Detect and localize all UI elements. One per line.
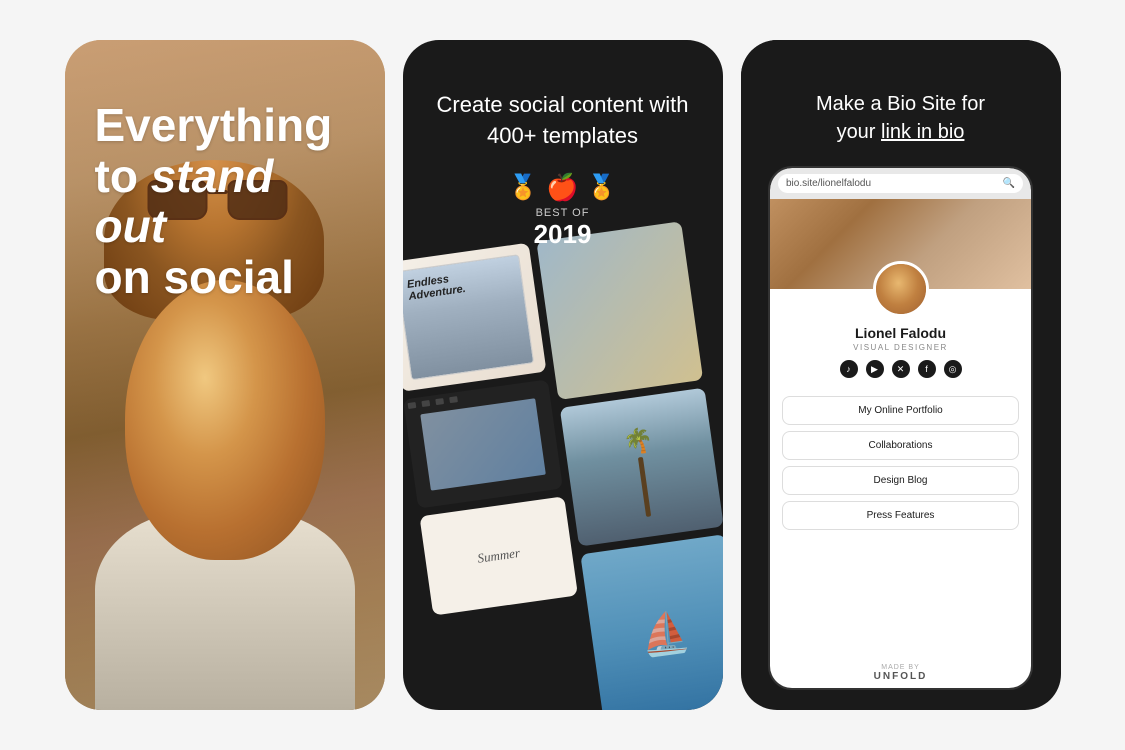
link-in-bio-text: link in bio [881,121,964,143]
apple-logo-icon: 🍎 [546,172,578,203]
bio-link-design-blog[interactable]: Design Blog [782,466,1019,495]
award-year: 2019 [534,219,592,250]
palm-tree: 🌴 [621,425,663,518]
sailboat-icon: ⛵ [637,607,693,660]
hole-4 [449,396,458,403]
screenshot-panel-1: Everything to stand out on social [65,40,385,710]
search-icon: 🔍 [1003,178,1015,189]
template-collage: EndlessAdventure. [403,210,723,710]
social-icon-youtube: ▶ [866,360,884,378]
heading-line1: Everything [95,100,355,151]
bio-made-by-label: MADE BY [874,664,928,671]
template-card-filmstrip [403,379,563,508]
award-icon: 🏅 🍎 🏅 [508,172,616,203]
social-icon-facebook: f [918,360,936,378]
url-bar: bio.site/lionelfalodu 🔍 [778,174,1023,193]
panel3-title-line2: your link in bio [771,118,1031,146]
panel1-heading: Everything to stand out on social [95,100,355,302]
screenshot-panel-2: Create social content with 400+ template… [403,40,723,710]
bio-profile-title: VISUAL DESIGNER [840,343,962,352]
panel3-title-line1: Make a Bio Site for [771,90,1031,118]
bio-link-collaborations[interactable]: Collaborations [782,431,1019,460]
person-face [125,280,325,560]
template-card-palm: 🌴 [559,388,722,547]
template-card-sailboat: ⛵ [580,534,723,710]
heading-highlight: stand out [95,150,274,253]
panel3-content: Make a Bio Site for your link in bio bio… [741,40,1061,710]
avatar-face [876,264,926,314]
bio-site-mockup: bio.site/lionelfalodu 🔍 Lionel Falodu VI… [768,166,1033,690]
script-text: Summer [476,545,520,567]
hole-2 [421,400,430,407]
social-icon-twitter: ✕ [892,360,910,378]
screenshot-panel-3: Make a Bio Site for your link in bio bio… [741,40,1061,710]
panel2-content: Create social content with 400+ template… [403,40,723,710]
bio-link-press-features[interactable]: Press Features [782,501,1019,530]
filmstrip-image [419,398,545,491]
bio-content: Lionel Falodu VISUAL DESIGNER ♪ ▶ ✕ f ◎ … [770,199,1031,688]
panel3-header: Make a Bio Site for your link in bio [741,40,1061,166]
adventure-inner: EndlessAdventure. [403,254,534,381]
palm-leaves: 🌴 [621,425,655,458]
bio-link-portfolio[interactable]: My Online Portfolio [782,396,1019,425]
social-icon-instagram: ◎ [944,360,962,378]
laurel-left: 🏅 [508,173,538,202]
hole-1 [407,402,416,409]
panel1-text: Everything to stand out on social [95,100,355,302]
panel3-title: Make a Bio Site for your link in bio [771,90,1031,146]
url-text: bio.site/lionelfalodu [786,178,871,189]
heading-line3: on social [95,252,355,303]
social-icon-tiktok: ♪ [840,360,858,378]
award-prefix: BEST OF [536,207,590,219]
hole-3 [435,398,444,405]
bio-profile-name: Lionel Falodu [840,325,962,341]
panel2-title: Create social content with 400+ template… [423,90,703,152]
bio-links-list: My Online Portfolio Collaborations Desig… [770,396,1031,530]
bio-brand-name: UNFOLD [874,671,928,682]
palm-trunk [637,457,650,517]
panel2-header: Create social content with 400+ template… [403,40,723,270]
collage-grid: EndlessAdventure. [403,210,723,710]
adventure-text: EndlessAdventure. [406,271,466,303]
app-screenshots: Everything to stand out on social Create… [25,0,1101,750]
bio-footer: MADE BY UNFOLD [868,658,934,688]
heading-line2: to stand out [95,151,355,252]
bio-social-icons: ♪ ▶ ✕ f ◎ [840,360,962,378]
template-card-script: Summer [419,496,577,615]
browser-bar: bio.site/lionelfalodu 🔍 [770,168,1031,199]
laurel-right: 🏅 [587,173,617,202]
bio-avatar [873,261,929,317]
award-badge: 🏅 🍎 🏅 BEST OF 2019 [423,172,703,250]
bio-hero-background [770,199,1031,289]
